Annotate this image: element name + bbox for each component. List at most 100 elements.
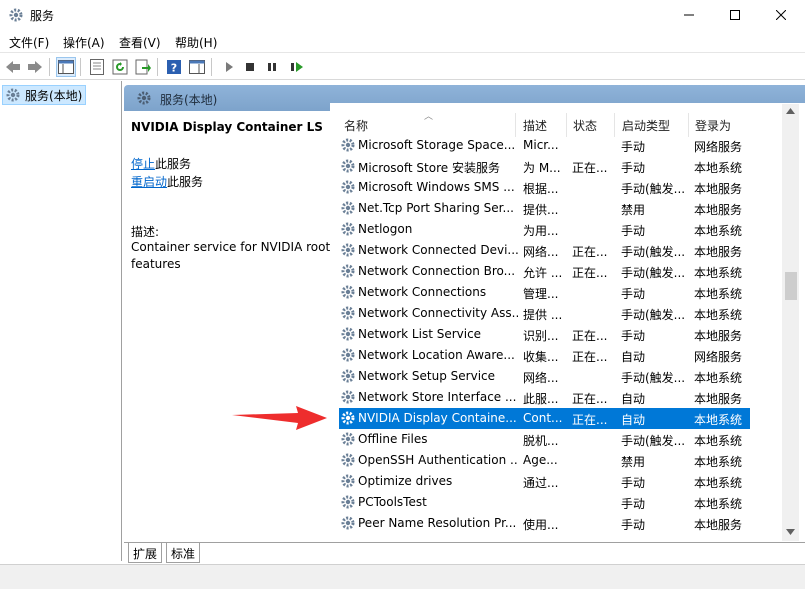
scrollbar-thumb[interactable] [785, 272, 797, 300]
service-row[interactable]: Network Location Aware... 收集... 正在... 自动 网络服… [339, 345, 750, 366]
service-row[interactable]: Netlogon 为用... 手动 本地系统 [339, 219, 750, 240]
sort-ascending-icon: ︿ [424, 112, 434, 122]
service-row[interactable]: Network Store Interface ... 此服... 正在... 自动 本… [339, 387, 750, 408]
service-row[interactable]: Offline Files 脱机... 手动(触发... 本地系统 [339, 429, 750, 450]
service-row[interactable]: Network Connectivity Ass... 提供 ... 手动(触发..… [339, 303, 750, 324]
red-annotation-arrow [232, 406, 327, 430]
column-startup-type[interactable]: 启动类型 [622, 117, 670, 134]
window-title: 服务 [30, 9, 55, 23]
service-startup-type: 自动 [621, 413, 646, 427]
service-row[interactable]: NVIDIA Display Containe... Cont... 正在... 自动… [339, 408, 750, 429]
stop-service-link[interactable]: 停止 [131, 157, 155, 171]
restart-service-button[interactable] [287, 57, 307, 77]
service-row[interactable]: Microsoft Storage Space... Micr... 手动 网络服务 [339, 135, 750, 156]
refresh-button[interactable] [110, 57, 130, 77]
forward-button[interactable] [25, 57, 45, 77]
menu-action[interactable]: 操作(A) [63, 34, 105, 51]
tab-standard[interactable]: 标准 [166, 543, 201, 563]
scroll-down-icon[interactable] [786, 529, 795, 535]
show-tree-button[interactable] [56, 57, 76, 77]
services-gear-icon [9, 8, 23, 22]
status-bar [0, 564, 805, 589]
service-name: Peer Name Resolution Pr... [358, 516, 517, 530]
service-row[interactable]: Microsoft Windows SMS ... 根据... 手动(触发... 本地… [339, 177, 750, 198]
service-description: 使用... [523, 518, 559, 532]
action-pane-button[interactable] [187, 57, 207, 77]
service-gear-icon [341, 138, 355, 152]
service-row[interactable]: OpenSSH Authentication ... Age... 禁用 本地系统 [339, 450, 750, 471]
pause-service-button[interactable] [262, 57, 282, 77]
service-name: Network Connections [358, 285, 487, 299]
help-icon: ? [167, 60, 181, 75]
column-description[interactable]: 描述 [523, 117, 547, 134]
panel-title: 服务(本地) [160, 93, 218, 107]
start-service-button[interactable] [219, 57, 239, 77]
menu-help[interactable]: 帮助(H) [175, 34, 217, 51]
column-separator [515, 113, 516, 137]
service-description: 允许 ... [523, 266, 563, 280]
tab-extended[interactable]: 扩展 [128, 543, 163, 563]
maximize-icon [730, 10, 740, 20]
service-logon-as: 本地系统 [694, 455, 743, 469]
service-logon-as: 本地服务 [694, 392, 743, 406]
close-button[interactable] [758, 0, 804, 30]
stop-service-line: 停止此服务 [131, 155, 191, 172]
service-row[interactable]: Net.Tcp Port Sharing Ser... 提供... 禁用 本地服务 [339, 198, 750, 219]
properties-button[interactable] [87, 57, 107, 77]
service-startup-type: 禁用 [621, 455, 646, 469]
service-gear-icon [341, 222, 355, 236]
tree-item-services-local[interactable]: 服务(本地) [2, 85, 86, 105]
service-name: Network Store Interface ... [358, 390, 517, 404]
console-tree-icon [58, 60, 74, 74]
service-row[interactable]: Network Connection Bro... 允许 ... 正在... 手动(触… [339, 261, 750, 282]
service-logon-as: 本地服务 [694, 182, 743, 196]
service-logon-as: 网络服务 [694, 350, 743, 364]
play-icon [226, 62, 233, 72]
menu-file[interactable]: 文件(F) [9, 34, 49, 51]
service-name: Microsoft Windows SMS ... [358, 180, 515, 194]
services-gear-icon [137, 91, 151, 105]
column-separator [688, 113, 689, 137]
service-gear-icon [341, 474, 355, 488]
services-list: ︿ 名称 描述 状态 启动类型 登录为 Microsoft Storage Sp… [330, 103, 805, 543]
stop-service-button[interactable] [240, 57, 260, 77]
service-row[interactable]: Network Connections 管理... 手动 本地系统 [339, 282, 750, 303]
toolbar-separator [211, 58, 212, 76]
service-row[interactable]: Peer Name Resolution Pr... 使用... 手动 本地服务 [339, 513, 750, 534]
service-description: 为用... [523, 224, 559, 238]
service-startup-type: 手动 [621, 476, 646, 490]
toolbar-separator [80, 58, 81, 76]
service-name: Microsoft Storage Space... [358, 138, 516, 152]
vertical-scrollbar[interactable] [782, 104, 799, 541]
scroll-up-icon[interactable] [786, 108, 795, 114]
column-logon-as[interactable]: 登录为 [695, 117, 731, 134]
menu-view[interactable]: 查看(V) [119, 34, 161, 51]
service-logon-as: 本地系统 [694, 287, 743, 301]
service-row[interactable]: PCToolsTest 手动 本地系统 [339, 492, 750, 513]
service-row[interactable]: Network List Service 识别... 正在... 手动 本地服务 [339, 324, 750, 345]
service-description: Cont... [523, 411, 563, 425]
service-description: 脱机... [523, 434, 559, 448]
service-row[interactable]: Optimize drives 通过... 手动 本地系统 [339, 471, 750, 492]
service-detail-pane: NVIDIA Display Container LS 停止此服务 重启动此服务… [124, 111, 330, 541]
service-description: 管理... [523, 287, 559, 301]
pause-icon [268, 63, 276, 71]
column-name[interactable]: 名称 [344, 117, 368, 134]
column-status[interactable]: 状态 [573, 117, 597, 134]
help-button[interactable]: ? [164, 57, 184, 77]
service-row[interactable]: Network Setup Service 网络... 手动(触发... 本地系统 [339, 366, 750, 387]
back-button[interactable] [3, 57, 23, 77]
close-icon [776, 10, 786, 20]
service-logon-as: 本地系统 [694, 476, 743, 490]
service-row[interactable]: Network Connected Devi... 网络... 正在... 手动(触发… [339, 240, 750, 261]
restart-service-link[interactable]: 重启动 [131, 175, 167, 189]
service-description: Age... [523, 453, 558, 467]
maximize-button[interactable] [712, 0, 758, 30]
service-row[interactable]: Microsoft Store 安装服务 为 M... 正在... 手动 本地系统 [339, 156, 750, 177]
service-name: NVIDIA Display Containe... [358, 411, 517, 425]
service-name: Network Location Aware... [358, 348, 515, 362]
minimize-button[interactable] [666, 0, 712, 30]
service-description: 为 M... [523, 161, 561, 175]
export-list-button[interactable] [133, 57, 153, 77]
service-name: Optimize drives [358, 474, 453, 488]
